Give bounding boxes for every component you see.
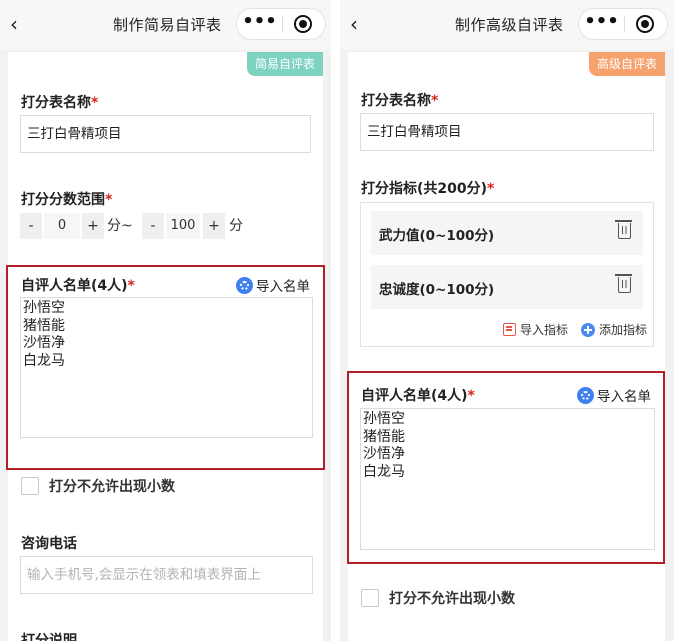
form-card: 高级自评表 打分表名称* 三打白骨精项目 打分指标(共200分)* 武力值(0~… <box>347 52 665 641</box>
import-icon <box>577 386 594 404</box>
no-decimal-label: 打分不允许出现小数 <box>389 591 515 607</box>
name-label-text: 打分表名称 <box>361 93 431 109</box>
name-line: 孙悟空 <box>23 300 65 316</box>
import-indicators-label: 导入指标 <box>520 323 569 337</box>
no-decimal-option[interactable]: 打分不允许出现小数 <box>361 588 515 608</box>
copy-icon <box>503 323 516 336</box>
min-increment-button[interactable]: + <box>82 213 104 239</box>
required-mark: * <box>105 192 113 208</box>
indicators-panel: 武力值(0~100分) 忠诚度(0~100分) 导入指标 添加指标 <box>360 202 654 347</box>
indicator-item[interactable]: 武力值(0~100分) <box>371 211 643 255</box>
required-mark: * <box>127 278 135 294</box>
name-line: 白龙马 <box>23 352 65 369</box>
no-decimal-option[interactable]: 打分不允许出现小数 <box>21 476 175 496</box>
indicators-label-text: 打分指标(共200分) <box>361 181 488 197</box>
phone-input[interactable]: 输入手机号,会显示在领表和填表界面上 <box>20 556 313 594</box>
names-textarea[interactable]: 孙悟空 猪悟能 沙悟净 白龙马 <box>360 408 655 550</box>
names-textarea[interactable]: 孙悟空 猪悟能 沙悟净 白龙马 <box>20 297 313 438</box>
add-indicator-button[interactable]: 添加指标 <box>581 321 647 338</box>
max-decrement-button[interactable]: - <box>142 213 164 239</box>
screen-separator <box>331 0 340 641</box>
required-mark: * <box>467 388 475 404</box>
indicator-name: 忠诚度(0~100分) <box>379 282 495 298</box>
min-score-value[interactable]: 0 <box>44 213 80 239</box>
import-icon <box>236 276 253 294</box>
name-label: 打分表名称* <box>361 90 438 110</box>
no-decimal-checkbox[interactable] <box>361 589 379 607</box>
min-unit-label: 分~ <box>107 218 133 234</box>
required-mark: * <box>487 181 495 197</box>
trash-icon[interactable] <box>615 220 632 239</box>
score-range-stepper: - 0 + 分~ - 100 + 分 <box>20 213 320 239</box>
description-label: 打分说明 <box>21 633 77 641</box>
capsule-divider <box>624 16 625 32</box>
import-list-button[interactable]: 导入名单 <box>577 385 651 405</box>
indicator-name: 武力值(0~100分) <box>379 228 495 244</box>
import-indicators-button[interactable]: 导入指标 <box>503 321 568 338</box>
form-card: 简易自评表 打分表名称* 三打白骨精项目 打分分数范围* - 0 + 分~ - … <box>6 52 325 641</box>
indicator-item[interactable]: 忠诚度(0~100分) <box>371 265 643 309</box>
advanced-form-screen: ‹ 制作高级自评表 ••• 高级自评表 打分表名称* 三打白骨精项目 打分指标(… <box>340 0 674 641</box>
name-label: 打分表名称* <box>21 92 98 112</box>
required-mark: * <box>431 93 439 109</box>
phone-label: 咨询电话 <box>21 536 77 552</box>
capsule-divider <box>282 16 283 32</box>
close-target-icon[interactable] <box>294 15 312 33</box>
form-type-badge: 简易自评表 <box>246 52 323 76</box>
nav-bar: ‹ 制作高级自评表 ••• <box>340 0 674 50</box>
no-decimal-checkbox[interactable] <box>21 477 39 495</box>
plus-icon <box>581 322 595 337</box>
trash-icon[interactable] <box>615 274 632 293</box>
name-input[interactable]: 三打白骨精项目 <box>360 113 654 151</box>
required-mark: * <box>91 95 99 111</box>
import-list-label: 导入名单 <box>597 389 651 405</box>
list-label-text: 自评人名单(4人) <box>21 278 128 294</box>
max-score-value[interactable]: 100 <box>166 213 200 239</box>
mini-program-capsule: ••• <box>236 8 326 40</box>
name-input[interactable]: 三打白骨精项目 <box>20 115 311 153</box>
no-decimal-label: 打分不允许出现小数 <box>49 479 175 495</box>
more-icon[interactable]: ••• <box>237 9 282 39</box>
name-line: 沙悟净 <box>363 446 405 462</box>
list-label: 自评人名单(4人)* <box>361 385 475 405</box>
nav-bar: ‹ 制作简易自评表 ••• <box>0 0 331 50</box>
back-icon[interactable]: ‹ <box>10 10 32 38</box>
back-icon[interactable]: ‹ <box>350 10 372 38</box>
mini-program-capsule: ••• <box>578 8 668 40</box>
max-unit-label: 分 <box>229 218 243 234</box>
range-label: 打分分数范围* <box>21 189 112 209</box>
name-line: 孙悟空 <box>363 411 405 427</box>
list-label: 自评人名单(4人)* <box>21 275 135 295</box>
name-line: 白龙马 <box>363 463 405 480</box>
simple-form-screen: ‹ 制作简易自评表 ••• 简易自评表 打分表名称* 三打白骨精项目 打分分数范… <box>0 0 331 641</box>
page-title: 制作高级自评表 <box>455 16 564 34</box>
import-list-label: 导入名单 <box>256 279 310 295</box>
indicators-label: 打分指标(共200分)* <box>361 178 494 198</box>
list-label-text: 自评人名单(4人) <box>361 388 468 404</box>
form-type-badge: 高级自评表 <box>588 52 665 76</box>
add-indicator-label: 添加指标 <box>599 323 648 337</box>
name-line: 猪悟能 <box>23 317 65 334</box>
import-list-button[interactable]: 导入名单 <box>236 275 310 295</box>
more-icon[interactable]: ••• <box>579 9 624 39</box>
name-line: 沙悟净 <box>23 335 65 351</box>
name-label-text: 打分表名称 <box>21 95 91 111</box>
page-title: 制作简易自评表 <box>113 16 222 34</box>
max-increment-button[interactable]: + <box>203 213 225 239</box>
close-target-icon[interactable] <box>636 15 654 33</box>
min-decrement-button[interactable]: - <box>20 213 42 239</box>
name-line: 猪悟能 <box>363 428 405 445</box>
range-label-text: 打分分数范围 <box>21 192 105 208</box>
